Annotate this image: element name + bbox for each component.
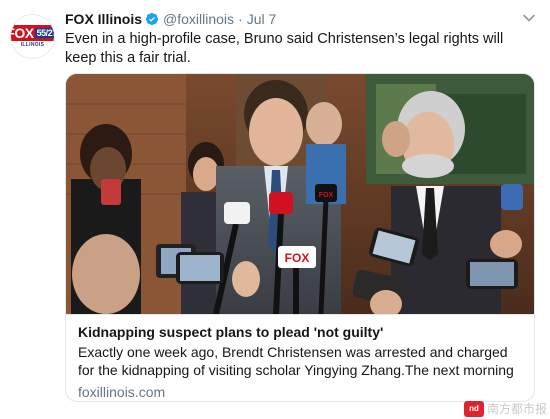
tweet-text: Even in a high-profile case, Bruno said … [65, 31, 504, 66]
card-body[interactable]: Kidnapping suspect plans to plead 'not g… [66, 314, 534, 401]
verified-icon [145, 12, 159, 26]
watermark-logo: nd [463, 400, 484, 417]
tweet[interactable]: FOX55/27 ILLINOIS FOX Illinois @foxillin… [0, 0, 550, 419]
avatar-subtitle: ILLINOIS [20, 42, 45, 48]
card-title[interactable]: Kidnapping suspect plans to plead 'not g… [78, 323, 524, 341]
avatar-logo: FOX55/27 [11, 25, 54, 41]
watermark: nd 南方都市报 [463, 400, 547, 417]
card-image[interactable]: FOX FOX [66, 74, 535, 314]
handle[interactable]: @foxillinois [163, 11, 234, 27]
chevron-down-icon[interactable] [522, 11, 536, 25]
link-card[interactable]: FOX FOX Kidnapping suspect plans to plea… [65, 73, 535, 402]
timestamp[interactable]: Jul 7 [247, 11, 277, 27]
card-domain[interactable]: foxillinois.com [78, 384, 524, 401]
avatar[interactable]: FOX55/27 ILLINOIS [10, 14, 55, 59]
card-description: Exactly one week ago, Brendt Christensen… [78, 344, 514, 378]
mic-logo: FOX [285, 251, 310, 265]
separator: · [238, 11, 243, 27]
watermark-text: 南方都市报 [486, 402, 547, 416]
display-name[interactable]: FOX Illinois [65, 11, 142, 27]
mic-logo: FOX [319, 192, 334, 199]
tweet-header: FOX Illinois @foxillinois · Jul 7 [65, 10, 276, 28]
